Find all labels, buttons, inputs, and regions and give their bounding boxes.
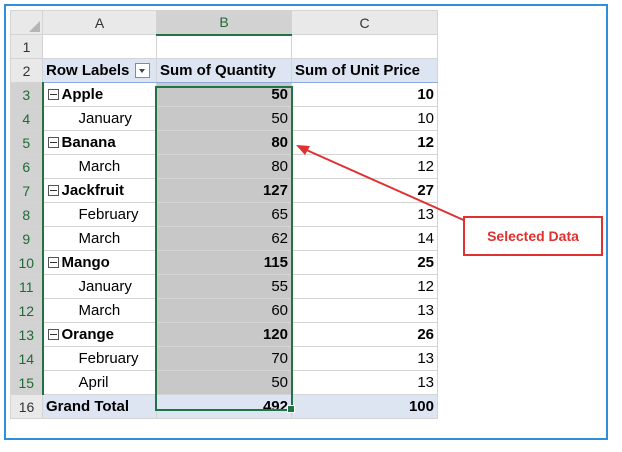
selected-data-callout: Selected Data	[463, 216, 603, 256]
callout-label: Selected Data	[487, 228, 579, 244]
